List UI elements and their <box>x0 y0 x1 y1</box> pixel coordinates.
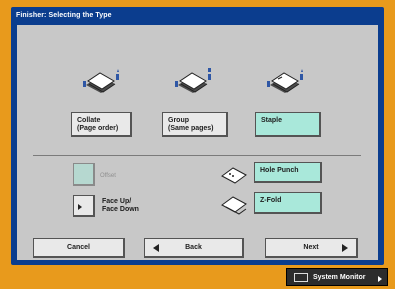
next-button[interactable]: Next <box>265 238 358 258</box>
divider <box>33 155 361 156</box>
monitor-icon <box>294 273 308 282</box>
offset-label: Offset <box>100 173 116 179</box>
z-fold-button[interactable]: Z-Fold <box>254 192 322 214</box>
system-monitor-button[interactable]: System Monitor <box>286 268 388 286</box>
copier-screen: Finisher: Selecting the Type Collate (Pa… <box>0 0 395 289</box>
cancel-button[interactable]: Cancel <box>33 238 125 258</box>
arrow-right-icon <box>78 204 82 210</box>
group-button[interactable]: Group (Same pages) <box>162 112 228 137</box>
group-sorter-icon <box>175 68 211 93</box>
dialog-body: Collate (Page order) Group (Same pages) … <box>17 25 378 260</box>
offset-button <box>73 163 95 186</box>
face-up-down-label: Face Up/ Face Down <box>102 198 139 213</box>
hole-punch-button[interactable]: Hole Punch <box>254 162 322 183</box>
system-monitor-label: System Monitor <box>313 274 366 281</box>
staple-sorter-icon <box>267 69 303 93</box>
cancel-label: Cancel <box>67 244 90 251</box>
chevron-right-icon <box>378 276 382 282</box>
collate-button[interactable]: Collate (Page order) <box>71 112 132 137</box>
collate-sorter-icon <box>83 69 119 93</box>
face-up-down-button[interactable] <box>73 195 95 217</box>
arrow-right-icon <box>342 244 348 252</box>
back-label: Back <box>185 244 202 251</box>
dialog-title: Finisher: Selecting the Type <box>16 12 112 19</box>
staple-button[interactable]: Staple <box>255 112 321 137</box>
back-button[interactable]: Back <box>144 238 244 258</box>
hole-punch-paper-icon <box>221 167 247 184</box>
z-fold-paper-icon <box>221 196 247 215</box>
finisher-dialog: Finisher: Selecting the Type Collate (Pa… <box>11 7 384 265</box>
